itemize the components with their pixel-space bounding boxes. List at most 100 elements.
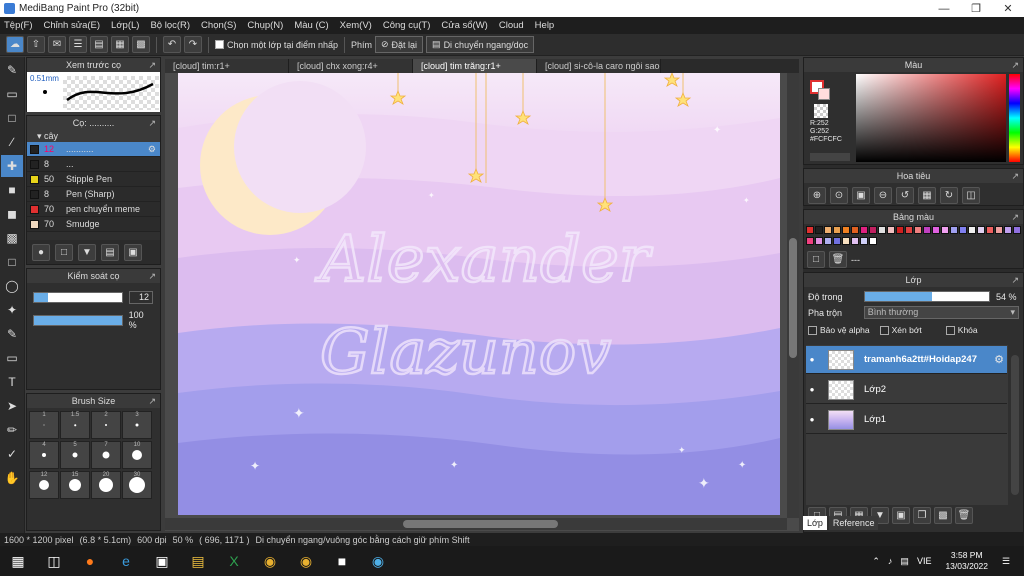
select-layer-option[interactable]: Chọn một lớp tại điểm nhấp	[215, 40, 338, 50]
protect-alpha-option[interactable]: Bảo vệ alpha	[808, 325, 870, 336]
eraser-tool-icon[interactable]: ▭	[1, 83, 23, 105]
fill-rect-tool-icon[interactable]: ■	[1, 179, 23, 201]
move-tool-icon[interactable]: ✚	[1, 155, 23, 177]
brush-size-option[interactable]: 12	[29, 471, 59, 499]
flip-icon[interactable]: ▦	[918, 187, 936, 204]
palette-swatch[interactable]	[905, 226, 913, 234]
canvas-hscroll[interactable]	[165, 518, 787, 530]
medibang-icon[interactable]: ■	[329, 548, 355, 574]
brush-category[interactable]: ▾ cây	[27, 130, 160, 142]
chrome-3-icon[interactable]: ◉	[365, 548, 391, 574]
popout-icon[interactable]: ↗	[1011, 58, 1019, 72]
brush-size-slider[interactable]	[33, 292, 123, 303]
menu-layer[interactable]: Lớp(L)	[111, 20, 139, 31]
brush-size-option[interactable]: 20	[91, 471, 121, 499]
palette-swatch[interactable]	[833, 237, 841, 245]
move-hv-button[interactable]: ▤ Di chuyển ngang/dọc	[426, 36, 535, 53]
select-layer-checkbox[interactable]	[215, 40, 224, 49]
folder-icon[interactable]: ▣	[892, 506, 910, 524]
menu-help[interactable]: Help	[535, 20, 555, 31]
transparent-color-swatch[interactable]	[814, 104, 828, 118]
palette-swatch[interactable]	[851, 226, 859, 234]
layer-opacity-slider[interactable]	[864, 291, 990, 302]
palette-swatch[interactable]	[941, 226, 949, 234]
reset-button[interactable]: ⊘ Đặt lại	[374, 36, 424, 53]
menu-edit[interactable]: Chỉnh sửa(E)	[44, 20, 101, 31]
comment-icon[interactable]: ✉	[48, 36, 66, 53]
select-pen-icon[interactable]: ✎	[1, 323, 23, 345]
canvas-vscroll-thumb[interactable]	[789, 238, 797, 358]
blend-select[interactable]: Bình thường ▾	[863, 306, 1019, 319]
bucket-tool-icon[interactable]: ◼	[1, 203, 23, 225]
opacity-slider[interactable]	[33, 314, 123, 326]
cloud-icon[interactable]: ☁	[6, 36, 24, 53]
volume-icon[interactable]: ♪	[888, 556, 893, 566]
palette-swatch[interactable]	[968, 226, 976, 234]
canvas-vscroll[interactable]	[787, 73, 799, 518]
chrome-2-icon[interactable]: ◉	[293, 548, 319, 574]
layer-row[interactable]: ● Lớp2	[806, 376, 1007, 404]
gear-icon[interactable]: ⚙	[994, 353, 1004, 366]
visibility-icon[interactable]: ●	[806, 355, 818, 364]
tab-doc-4[interactable]: [cloud] si-cô-la caro ngôi sao~_~:r1+	[537, 59, 661, 73]
lock-checkbox[interactable]	[945, 326, 955, 336]
protect-alpha-checkbox[interactable]	[808, 326, 817, 336]
palette-swatch[interactable]	[815, 237, 823, 245]
rotate-right-icon[interactable]: ↻	[940, 187, 958, 204]
redo-icon[interactable]: ↷	[184, 36, 202, 53]
pages-icon[interactable]: ▦	[111, 36, 129, 53]
menu-tools[interactable]: Công cụ(T)	[383, 20, 431, 31]
hand-tool-icon[interactable]: ✋	[1, 467, 23, 489]
brush-size-option[interactable]: 1.5	[60, 411, 90, 439]
palette-swatch[interactable]	[860, 237, 868, 245]
mirror-icon[interactable]: ◫	[962, 187, 980, 204]
menu-filter[interactable]: Bộ lọc(R)	[150, 20, 190, 31]
hue-slider[interactable]	[1009, 74, 1020, 162]
palette-swatch[interactable]	[986, 226, 994, 234]
palette-swatch[interactable]	[950, 226, 958, 234]
brush-copy-icon[interactable]: ▤	[101, 243, 119, 261]
new-brush-icon[interactable]: □	[55, 243, 73, 261]
store-icon[interactable]: ▣	[149, 548, 175, 574]
color-mode-buttons[interactable]	[810, 153, 850, 161]
grid-icon[interactable]: ▩	[132, 36, 150, 53]
palette-swatch[interactable]	[887, 226, 895, 234]
brush-size-option[interactable]: 15	[60, 471, 90, 499]
tab-doc-2[interactable]: [cloud] chx xong:r4+	[289, 59, 413, 73]
zoom-out-icon[interactable]: ⊖	[874, 187, 892, 204]
eyedropper-alt-icon[interactable]: ✓	[1, 443, 23, 465]
gear-icon[interactable]: ⚙	[148, 144, 156, 155]
firefox-icon[interactable]: ●	[77, 548, 103, 574]
canvas-hscroll-thumb[interactable]	[403, 520, 558, 528]
undo-icon[interactable]: ↶	[163, 36, 181, 53]
brush-size-option[interactable]: 5	[60, 441, 90, 469]
palette-swatch[interactable]	[914, 226, 922, 234]
palette-swatch[interactable]	[851, 237, 859, 245]
brush-item[interactable]: 70 Smudge	[27, 217, 160, 232]
palette-swatch[interactable]	[932, 226, 940, 234]
brush-item[interactable]: 8...	[27, 157, 160, 172]
rotate-left-icon[interactable]: ↺	[896, 187, 914, 204]
popout-icon[interactable]: ↗	[148, 394, 156, 408]
tab-doc-1[interactable]: [cloud] tim:r1+	[165, 59, 289, 73]
menu-file[interactable]: Tệp(F)	[4, 20, 33, 31]
palette-swatch[interactable]	[842, 226, 850, 234]
palette-swatch[interactable]	[878, 226, 886, 234]
menu-snap[interactable]: Chụp(N)	[247, 20, 283, 31]
color-sv-picker[interactable]	[856, 74, 1006, 162]
fit-icon[interactable]: ▣	[852, 187, 870, 204]
visibility-icon[interactable]: ●	[806, 415, 818, 424]
operation-tool-icon[interactable]: ➤	[1, 395, 23, 417]
clip-option[interactable]: Xén bớt	[879, 325, 922, 336]
magic-wand-icon[interactable]: ✦	[1, 299, 23, 321]
popout-icon[interactable]: ↗	[1011, 273, 1019, 287]
eyedropper-icon[interactable]: ✏	[1, 419, 23, 441]
palette-swatch[interactable]	[860, 226, 868, 234]
language-indicator[interactable]: VIE	[917, 556, 932, 566]
brush-tool-icon[interactable]: ✎	[1, 59, 23, 81]
palette-swatch[interactable]	[977, 226, 985, 234]
popout-icon[interactable]: ↗	[1011, 210, 1019, 224]
menu-window[interactable]: Cửa sổ(W)	[441, 20, 487, 31]
restore-button[interactable]: ❐	[960, 2, 992, 15]
popout-icon[interactable]: ↗	[148, 269, 156, 283]
